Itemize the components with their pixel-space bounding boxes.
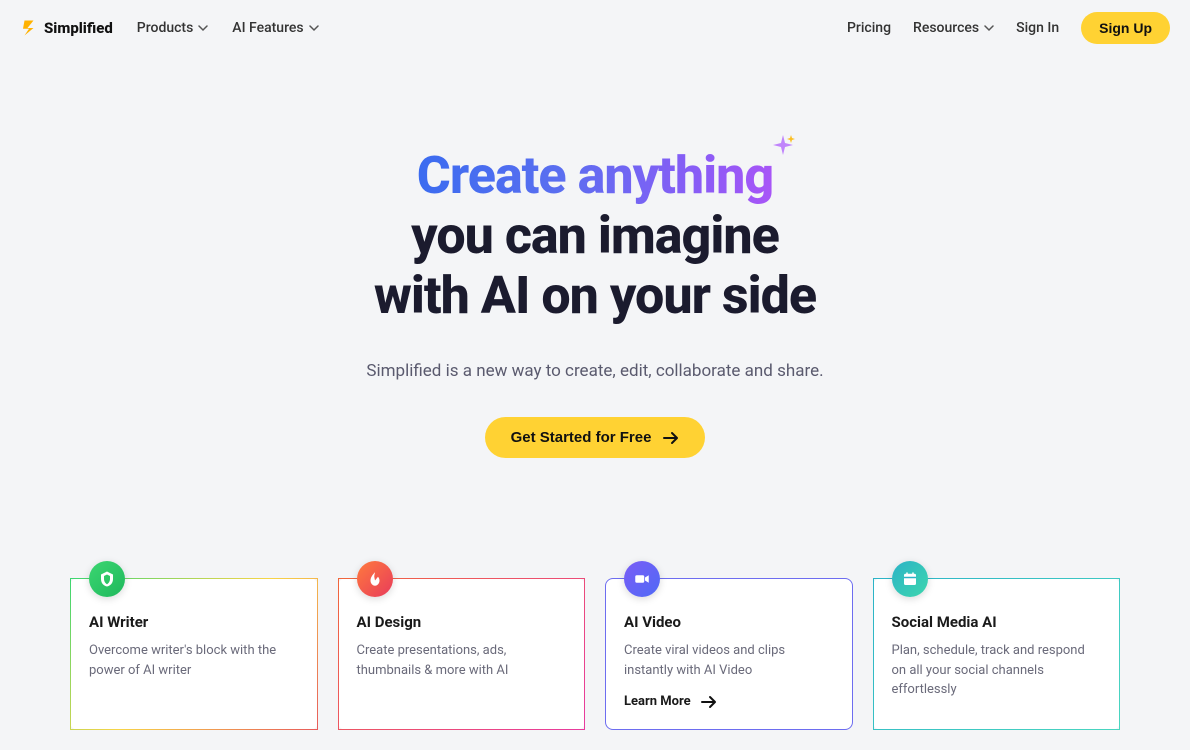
logo-icon: [20, 19, 38, 37]
hero-gradient-text: Create anything: [417, 145, 773, 206]
cta-label: Get Started for Free: [511, 429, 652, 446]
card-title: Social Media AI: [892, 613, 1102, 631]
card-ai-writer[interactable]: AI Writer Overcome writer's block with t…: [70, 578, 318, 730]
arrow-right-icon: [701, 695, 717, 709]
card-desc: Plan, schedule, track and respond on all…: [892, 641, 1102, 700]
nav-right: Pricing Resources Sign In Sign Up: [847, 12, 1170, 44]
ai-video-icon: [624, 561, 660, 597]
hero-section: Create anything you can imagine with AI …: [0, 56, 1190, 498]
card-social-media-ai[interactable]: Social Media AI Plan, schedule, track an…: [873, 578, 1121, 730]
card-desc: Create viral videos and clips instantly …: [624, 641, 834, 680]
brand-name: Simplified: [44, 19, 113, 37]
card-title: AI Video: [624, 613, 834, 631]
chevron-down-icon: [984, 23, 994, 33]
chevron-down-icon: [198, 23, 208, 33]
card-desc: Create presentations, ads, thumbnails & …: [357, 641, 567, 680]
card-desc: Overcome writer's block with the power o…: [89, 641, 299, 680]
nav-products-label: Products: [137, 20, 194, 36]
signup-button[interactable]: Sign Up: [1081, 12, 1170, 44]
nav-resources[interactable]: Resources: [913, 20, 994, 36]
social-media-ai-icon: [892, 561, 928, 597]
card-title: AI Design: [357, 613, 567, 631]
ai-design-icon: [357, 561, 393, 597]
nav-ai-features-label: AI Features: [232, 20, 303, 36]
nav-pricing[interactable]: Pricing: [847, 20, 891, 36]
chevron-down-icon: [309, 23, 319, 33]
sparkle-icon: [771, 135, 795, 159]
nav-signin[interactable]: Sign In: [1016, 20, 1059, 36]
hero-line2: you can imagine: [411, 205, 779, 266]
feature-cards: AI Writer Overcome writer's block with t…: [0, 498, 1190, 750]
hero-headline: Create anything you can imagine with AI …: [20, 146, 1170, 325]
hero-line3: with AI on your side: [374, 265, 816, 326]
arrow-right-icon: [663, 431, 679, 445]
card-title: AI Writer: [89, 613, 299, 631]
nav-ai-features[interactable]: AI Features: [232, 20, 318, 36]
hero-subtitle: Simplified is a new way to create, edit,…: [20, 361, 1170, 381]
top-nav: Simplified Products AI Features Pricing …: [0, 0, 1190, 56]
get-started-button[interactable]: Get Started for Free: [485, 417, 706, 458]
card-ai-design[interactable]: AI Design Create presentations, ads, thu…: [338, 578, 586, 730]
learn-more-link[interactable]: Learn More: [624, 694, 717, 709]
brand-logo[interactable]: Simplified: [20, 19, 113, 37]
nav-products[interactable]: Products: [137, 20, 209, 36]
card-ai-video[interactable]: AI Video Create viral videos and clips i…: [605, 578, 853, 730]
ai-writer-icon: [89, 561, 125, 597]
